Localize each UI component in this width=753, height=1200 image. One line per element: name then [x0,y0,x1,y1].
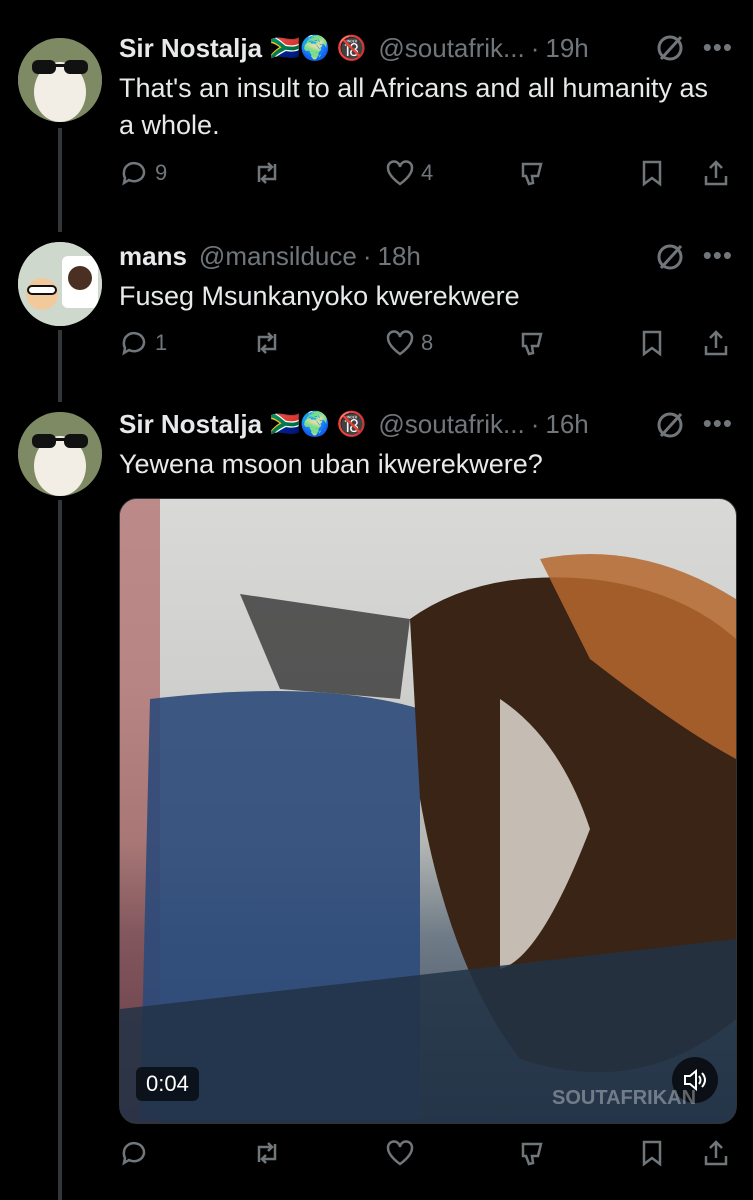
reply-count: 1 [155,330,168,355]
heart-icon [386,160,414,186]
avatar[interactable] [18,38,102,122]
retweet-icon [257,162,277,184]
display-name[interactable]: Sir Nostalja [119,33,262,64]
like-count: 8 [421,330,434,355]
tweet-text: Yewena msoon uban ikwerekwere? [119,449,543,479]
retweet-button[interactable] [252,1138,282,1168]
avatar[interactable] [18,412,102,496]
reply-icon [122,1141,146,1166]
separator-dot: · [530,408,540,439]
action-bar [119,1138,733,1174]
separator-dot: · [362,240,372,271]
reply-button[interactable] [119,1138,155,1168]
video-player[interactable]: 0:04 SOUTAFRIKAN [119,498,737,1124]
tweet-header: mans @mansilduce · 18h [119,238,733,274]
bookmark-icon [642,330,662,357]
action-bar: 9 4 [119,158,733,194]
handle[interactable]: @soutafrik... [378,33,524,64]
tweet-text: Fuseg Msunkanyoko kwerekwere [119,281,520,311]
bookmark-button[interactable] [637,328,667,358]
video-watermark: SOUTAFRIKAN [552,1087,697,1109]
grok-icon[interactable] [655,410,685,440]
heart-icon [386,330,414,356]
bookmark-button[interactable] [637,1138,667,1168]
reply-icon [122,331,146,356]
handle[interactable]: @soutafrik... [378,409,524,440]
timestamp[interactable]: 19h [545,33,588,64]
share-button[interactable] [701,328,731,358]
video-frame [120,499,736,1123]
tweet[interactable]: Sir Nostalja 🇿🇦🌍 🔞 @soutafrik... · 19h •… [0,0,753,230]
tweet-text: That's an insult to all Africans and all… [119,73,708,140]
dislike-icon [521,332,543,356]
timestamp[interactable]: 18h [378,241,421,272]
share-button[interactable] [701,1138,731,1168]
name-emojis: 🇿🇦🌍 🔞 [270,410,367,438]
bookmark-icon [642,160,662,187]
dislike-button[interactable] [519,1138,549,1168]
name-emojis: 🇿🇦🌍 🔞 [270,34,367,62]
bookmark-icon [642,1140,662,1167]
separator-dot: · [530,32,540,63]
retweet-button[interactable] [252,328,282,358]
reply-button[interactable]: 9 [119,158,167,188]
display-name[interactable]: Sir Nostalja [119,409,262,440]
grok-icon[interactable] [655,33,685,63]
retweet-icon [257,332,277,354]
like-button[interactable]: 8 [385,328,433,358]
display-name[interactable]: mans [119,241,187,272]
reply-count: 9 [155,160,168,185]
retweet-button[interactable] [252,158,282,188]
handle[interactable]: @mansilduce [199,241,357,272]
grok-icon[interactable] [655,242,685,272]
heart-icon [386,1140,414,1166]
more-icon[interactable]: ••• [703,240,733,271]
share-icon [704,1140,728,1166]
timestamp[interactable]: 16h [545,409,588,440]
action-bar: 1 8 [119,328,733,364]
bookmark-button[interactable] [637,158,667,188]
like-button[interactable] [385,1138,421,1168]
share-button[interactable] [701,158,731,188]
tweet-header: Sir Nostalja 🇿🇦🌍 🔞 @soutafrik... · 16h [119,406,733,442]
tweet[interactable]: mans @mansilduce · 18h ••• Fuseg Msunkan… [0,230,753,400]
share-icon [704,330,728,356]
dislike-icon [521,162,543,186]
tweet-header: Sir Nostalja 🇿🇦🌍 🔞 @soutafrik... · 19h [119,30,733,66]
more-icon[interactable]: ••• [703,408,733,439]
dislike-icon [521,1142,543,1166]
reply-button[interactable]: 1 [119,328,167,358]
dislike-button[interactable] [519,158,549,188]
video-duration: 0:04 [136,1067,199,1101]
reply-icon [122,161,146,186]
share-icon [704,160,728,186]
avatar[interactable] [18,242,102,326]
like-count: 4 [421,160,434,185]
dislike-button[interactable] [519,328,549,358]
more-icon[interactable]: ••• [703,32,733,63]
like-button[interactable]: 4 [385,158,433,188]
retweet-icon [257,1142,277,1164]
